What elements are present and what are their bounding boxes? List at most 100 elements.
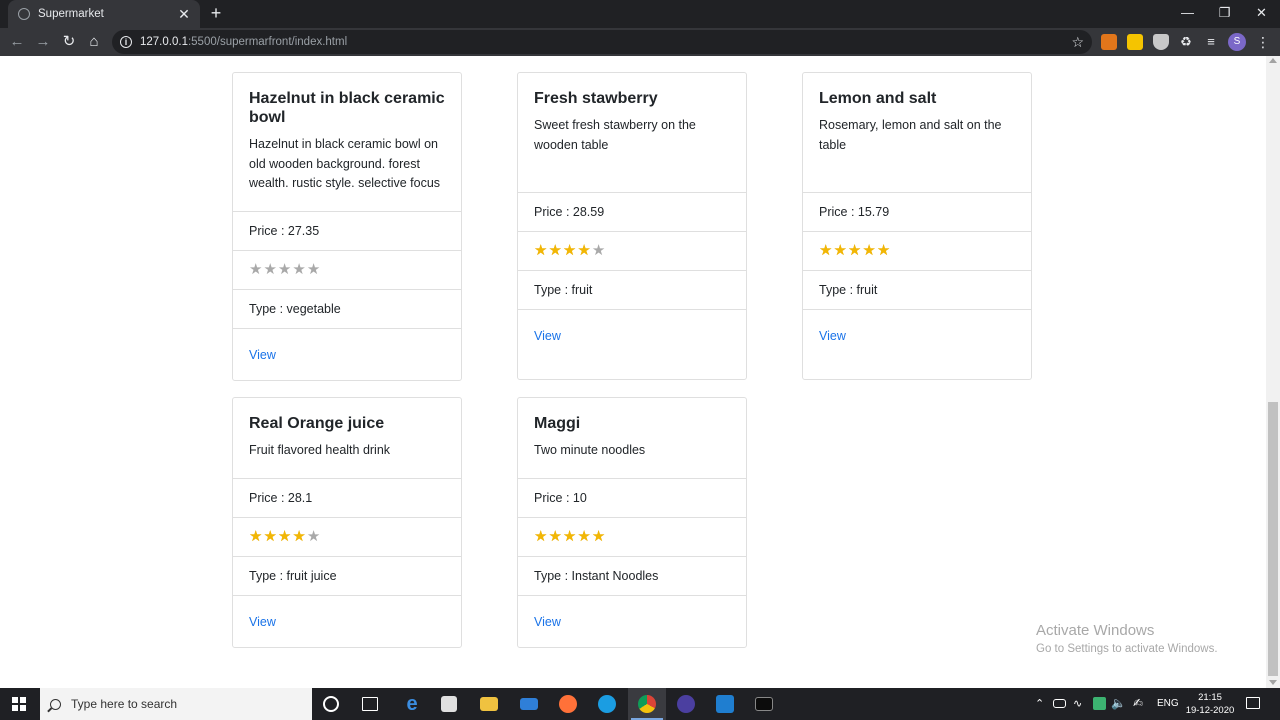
eclipse-icon[interactable]: [677, 695, 695, 713]
star-filled-icon: ★: [847, 242, 862, 259]
product-description: Sweet fresh stawberry on the wooden tabl…: [534, 118, 696, 152]
system-clock[interactable]: 21:15 19-12-2020: [1184, 691, 1236, 717]
store-icon[interactable]: [441, 696, 457, 712]
product-rating: ★ ★ ★ ★ ★: [518, 517, 746, 556]
clock-date: 19-12-2020: [1185, 705, 1235, 716]
star-empty-icon: ★: [591, 242, 606, 259]
card-footer: View: [518, 309, 746, 361]
product-title: Lemon and salt: [819, 90, 937, 107]
card-body: Hazelnut in black ceramic bowl Hazelnut …: [233, 73, 461, 211]
product-card: Hazelnut in black ceramic bowl Hazelnut …: [232, 72, 462, 381]
restore-button[interactable]: ❐: [1206, 0, 1243, 28]
terminal-icon[interactable]: [755, 697, 773, 711]
star-filled-icon: ★: [577, 528, 591, 545]
firefox-icon[interactable]: [559, 695, 577, 713]
home-button[interactable]: ⌂: [84, 32, 104, 52]
view-link[interactable]: View: [249, 615, 276, 629]
view-link[interactable]: View: [534, 329, 561, 343]
pen-icon[interactable]: ✍: [1133, 696, 1143, 710]
search-icon: [50, 698, 61, 710]
language-indicator[interactable]: ENG: [1157, 698, 1179, 709]
product-type: Type : fruit juice: [233, 556, 461, 595]
wifi-icon[interactable]: ∿: [1073, 697, 1082, 710]
star-filled-icon: ★: [548, 528, 562, 545]
star-filled-icon: ★: [263, 528, 277, 545]
forward-button[interactable]: →: [33, 32, 53, 52]
activate-windows-watermark: Activate Windows Go to Settings to activ…: [1036, 622, 1218, 657]
rating-stars: ★ ★ ★ ★ ★: [249, 529, 320, 545]
card-footer: View: [233, 595, 461, 647]
card-body: Lemon and salt Rosemary, lemon and salt …: [803, 73, 1031, 192]
shield-extension-icon[interactable]: [1153, 34, 1169, 50]
product-type: Type : Instant Noodles: [518, 556, 746, 595]
scrollbar-thumb[interactable]: [1268, 402, 1278, 676]
product-rating: ★ ★ ★ ★ ★: [233, 517, 461, 556]
star-empty-icon: ★: [292, 261, 306, 278]
star-filled-icon: ★: [534, 528, 548, 545]
back-button[interactable]: ←: [7, 32, 27, 52]
url-path: :5500/supermarfront/index.html: [187, 36, 348, 48]
product-title: Maggi: [534, 415, 581, 432]
product-description: Fruit flavored health drink: [249, 443, 391, 457]
extension-icon[interactable]: [1127, 34, 1143, 50]
product-price: Price : 27.35: [233, 211, 461, 250]
star-filled-icon: ★: [534, 242, 548, 259]
product-card: Maggi Two minute noodles Price : 10 ★ ★ ★ ★…: [517, 397, 747, 648]
product-price: Price : 10: [518, 478, 746, 517]
battery-icon[interactable]: [1053, 699, 1066, 708]
notification-icon[interactable]: [1246, 697, 1260, 709]
chevron-up-icon[interactable]: ⌃: [1035, 697, 1044, 710]
rating-stars: ★ ★ ★ ★ ★: [249, 262, 320, 278]
reading-list-icon[interactable]: ≡: [1203, 34, 1219, 50]
product-title: Real Orange juice: [249, 415, 385, 432]
mail-icon[interactable]: [520, 698, 538, 710]
reload-button[interactable]: ↻: [59, 32, 79, 52]
bookmark-star-icon[interactable]: ☆: [1071, 33, 1084, 51]
vertical-scrollbar[interactable]: [1266, 56, 1280, 688]
volume-icon[interactable]: 🔈: [1111, 696, 1126, 710]
task-view-icon[interactable]: [362, 697, 378, 711]
windows-start-icon[interactable]: [12, 697, 26, 711]
view-link[interactable]: View: [819, 329, 846, 343]
product-rating: ★ ★ ★ ★ ★: [518, 231, 746, 270]
profile-avatar[interactable]: S: [1228, 33, 1246, 51]
star-filled-icon: ★: [249, 528, 263, 545]
tab-supermarket[interactable]: Supermarket ✕: [8, 0, 200, 28]
vscode-icon[interactable]: [716, 695, 734, 713]
tab-close-button[interactable]: ✕: [176, 6, 192, 23]
new-tab-button[interactable]: +: [206, 3, 226, 23]
scroll-up-icon[interactable]: [1269, 58, 1277, 63]
minimize-button[interactable]: —: [1169, 0, 1206, 28]
info-icon[interactable]: i: [120, 36, 132, 48]
product-rating: ★ ★ ★ ★ ★: [233, 250, 461, 289]
rating-stars: ★ ★ ★ ★ ★: [534, 529, 605, 545]
edge-legacy-icon[interactable]: e: [402, 694, 422, 714]
close-window-button[interactable]: ✕: [1243, 0, 1280, 28]
file-explorer-icon[interactable]: [480, 697, 498, 711]
star-filled-icon: ★: [819, 242, 833, 259]
product-price: Price : 28.1: [233, 478, 461, 517]
taskbar-search-box[interactable]: Type here to search: [40, 688, 312, 720]
star-empty-icon: ★: [249, 261, 263, 278]
chrome-icon: [638, 695, 656, 713]
view-link[interactable]: View: [534, 615, 561, 629]
product-description: Hazelnut in black ceramic bowl on old wo…: [249, 137, 441, 190]
watermark-subtitle: Go to Settings to activate Windows.: [1036, 643, 1218, 655]
edge-icon[interactable]: [598, 695, 616, 713]
qbittorrent-icon[interactable]: [1093, 697, 1106, 710]
scroll-down-icon[interactable]: [1269, 680, 1277, 685]
cortana-icon[interactable]: [323, 696, 339, 712]
puzzle-extensions-icon[interactable]: ♻: [1178, 34, 1194, 50]
product-card: Real Orange juice Fruit flavored health …: [232, 397, 462, 648]
chrome-taskbar-button[interactable]: [628, 688, 666, 720]
tab-title: Supermarket: [38, 8, 104, 20]
metamask-extension-icon[interactable]: [1101, 34, 1117, 50]
browser-menu-icon[interactable]: ⋮: [1256, 32, 1270, 52]
watermark-title: Activate Windows: [1036, 622, 1155, 639]
star-empty-icon: ★: [263, 261, 277, 278]
product-type: Type : fruit: [518, 270, 746, 309]
address-bar[interactable]: i 127.0.0.1:5500/supermarfront/index.htm…: [112, 30, 1092, 54]
star-empty-icon: ★: [277, 261, 292, 278]
product-price: Price : 28.59: [518, 192, 746, 231]
view-link[interactable]: View: [249, 348, 276, 362]
